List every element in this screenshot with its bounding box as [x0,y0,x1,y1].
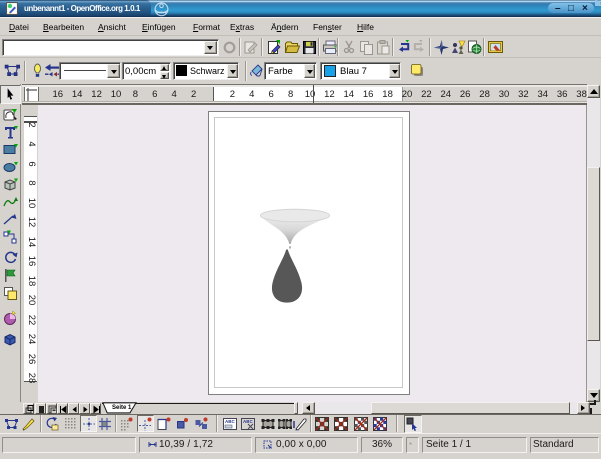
svg-text:ABC: ABC [225,419,235,424]
svg-text:ABC: ABC [243,419,253,424]
